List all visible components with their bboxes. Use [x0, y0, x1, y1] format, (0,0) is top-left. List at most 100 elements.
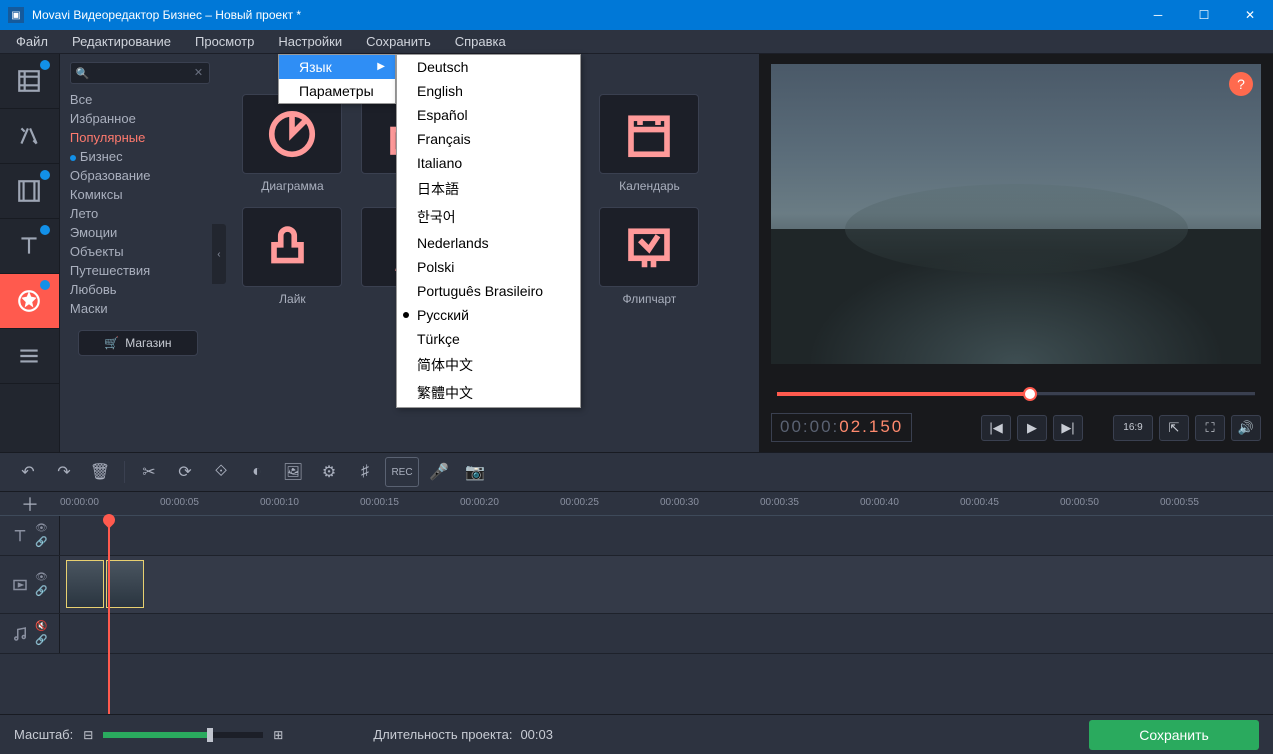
menu-edit[interactable]: Редактирование [60, 32, 183, 51]
video-clip[interactable] [106, 560, 144, 608]
next-frame-button[interactable]: ▶| [1053, 415, 1083, 441]
language-option[interactable]: Polski [397, 255, 580, 279]
category-item[interactable]: Эмоции [70, 223, 210, 242]
language-option[interactable]: 繁體中文 [397, 379, 580, 407]
category-item[interactable]: Бизнес [70, 147, 210, 166]
category-item[interactable]: Объекты [70, 242, 210, 261]
menu-help[interactable]: Справка [443, 32, 518, 51]
template-item[interactable]: Диаграмма [235, 94, 350, 193]
mic-button[interactable]: 🎤 [423, 457, 455, 487]
volume-button[interactable]: 🔊 [1231, 415, 1261, 441]
category-item[interactable]: Образование [70, 166, 210, 185]
visibility-icon[interactable]: 👁 [35, 572, 48, 583]
effects-tab[interactable] [0, 109, 59, 164]
language-option[interactable]: Nederlands [397, 231, 580, 255]
category-item[interactable]: Комиксы [70, 185, 210, 204]
zoom-out-icon[interactable]: ⊟ [83, 728, 93, 742]
redo-button[interactable]: ↷ [48, 457, 80, 487]
close-button[interactable]: ✕ [1227, 0, 1273, 30]
language-option[interactable]: 한국어 [397, 203, 580, 231]
language-option[interactable]: 日本語 [397, 175, 580, 203]
category-item[interactable]: Избранное [70, 109, 210, 128]
lock-icon[interactable]: 🔗 [35, 635, 47, 646]
clear-search-icon[interactable]: ✕ [194, 66, 203, 79]
cut-button[interactable]: ✂ [133, 457, 165, 487]
template-item[interactable]: Календарь [592, 94, 707, 193]
settings-dropdown: Язык▶ Параметры [278, 54, 396, 104]
language-dropdown: DeutschEnglishEspañolFrançaisItaliano日本語… [396, 54, 581, 408]
visibility-icon[interactable]: 👁 [35, 523, 48, 534]
category-item[interactable]: Все [70, 90, 210, 109]
category-item[interactable]: Лето [70, 204, 210, 223]
mute-icon[interactable]: 🔇 [35, 621, 47, 632]
menu-file[interactable]: Файл [4, 32, 60, 51]
language-option[interactable]: Italiano [397, 151, 580, 175]
record-button[interactable]: REC [385, 457, 419, 487]
edit-toolbar: ↶ ↷ 🗑 ✂ ⟳ ⟐ ◐ 🖼 ⚙ ♯ REC 🎤 📷 [0, 452, 1273, 492]
color-button[interactable]: ◐ [241, 457, 273, 487]
language-option[interactable]: English [397, 79, 580, 103]
undo-button[interactable]: ↶ [12, 457, 44, 487]
category-item[interactable]: Популярные [70, 128, 210, 147]
language-option[interactable]: Español [397, 103, 580, 127]
camera-button[interactable]: 📷 [459, 457, 491, 487]
preview-video[interactable] [771, 64, 1261, 364]
minimize-button[interactable]: ─ [1135, 0, 1181, 30]
equalizer-button[interactable]: ♯ [349, 457, 381, 487]
template-item[interactable]: Лайк [235, 207, 350, 306]
lock-icon[interactable]: 🔗 [35, 586, 48, 597]
save-button[interactable]: Сохранить [1089, 720, 1259, 750]
title-track-head: 👁🔗 [0, 516, 60, 555]
ruler-tick: 00:00:35 [760, 492, 860, 515]
media-tab[interactable] [0, 54, 59, 109]
image-button[interactable]: 🖼 [277, 457, 309, 487]
gear-button[interactable]: ⚙ [313, 457, 345, 487]
language-option[interactable]: Français [397, 127, 580, 151]
menu-save[interactable]: Сохранить [354, 32, 443, 51]
shop-button[interactable]: 🛒 Магазин [78, 330, 198, 356]
playhead[interactable] [108, 516, 110, 714]
language-option[interactable]: Türkçe [397, 327, 580, 351]
rotate-button[interactable]: ⟳ [169, 457, 201, 487]
category-item[interactable]: Путешествия [70, 261, 210, 280]
parameters-menu-item[interactable]: Параметры [279, 79, 395, 103]
help-button[interactable]: ? [1229, 72, 1253, 96]
language-option[interactable]: 简体中文 [397, 351, 580, 379]
zoom-slider[interactable] [103, 732, 263, 738]
preview-scrubber[interactable] [777, 388, 1255, 400]
category-item[interactable]: Маски [70, 299, 210, 318]
language-option[interactable]: Deutsch [397, 55, 580, 79]
stickers-tab[interactable] [0, 274, 59, 329]
crop-button[interactable]: ⟐ [205, 457, 237, 487]
prev-frame-button[interactable]: |◀ [981, 415, 1011, 441]
template-item[interactable]: Флипчарт [592, 207, 707, 306]
detach-button[interactable]: ⇱ [1159, 415, 1189, 441]
timeline-ruler[interactable]: ＋ 00:00:0000:00:0500:00:1000:00:1500:00:… [0, 492, 1273, 516]
video-track[interactable]: 👁🔗 [0, 556, 1273, 614]
add-track-button[interactable]: ＋ [0, 492, 60, 516]
video-clip[interactable] [66, 560, 104, 608]
scrubber-handle[interactable] [1023, 387, 1037, 401]
play-button[interactable]: ▶ [1017, 415, 1047, 441]
menu-settings[interactable]: Настройки [266, 32, 354, 51]
search-input[interactable] [70, 62, 210, 84]
titles-tab[interactable] [0, 219, 59, 274]
fullscreen-button[interactable]: ⛶ [1195, 415, 1225, 441]
preview-panel: ? 00:00:02.150 |◀ ▶ ▶| 16:9 ⇱ ⛶ 🔊 [759, 54, 1273, 452]
language-menu-item[interactable]: Язык▶ [279, 55, 395, 79]
language-option[interactable]: Português Brasileiro [397, 279, 580, 303]
menu-view[interactable]: Просмотр [183, 32, 266, 51]
transitions-tab[interactable] [0, 164, 59, 219]
zoom-in-icon[interactable]: ⊞ [273, 728, 283, 742]
title-track[interactable]: 👁🔗 [0, 516, 1273, 556]
lock-icon[interactable]: 🔗 [35, 537, 48, 548]
aspect-ratio-button[interactable]: 16:9 [1113, 415, 1153, 441]
ruler-tick: 00:00:20 [460, 492, 560, 515]
language-option[interactable]: Русский [397, 303, 580, 327]
maximize-button[interactable]: ☐ [1181, 0, 1227, 30]
category-item[interactable]: Любовь [70, 280, 210, 299]
delete-button[interactable]: 🗑 [84, 457, 116, 487]
more-tab[interactable] [0, 329, 59, 384]
collapse-sidebar-button[interactable]: ‹ [212, 224, 226, 284]
audio-track[interactable]: 🔇🔗 [0, 614, 1273, 654]
